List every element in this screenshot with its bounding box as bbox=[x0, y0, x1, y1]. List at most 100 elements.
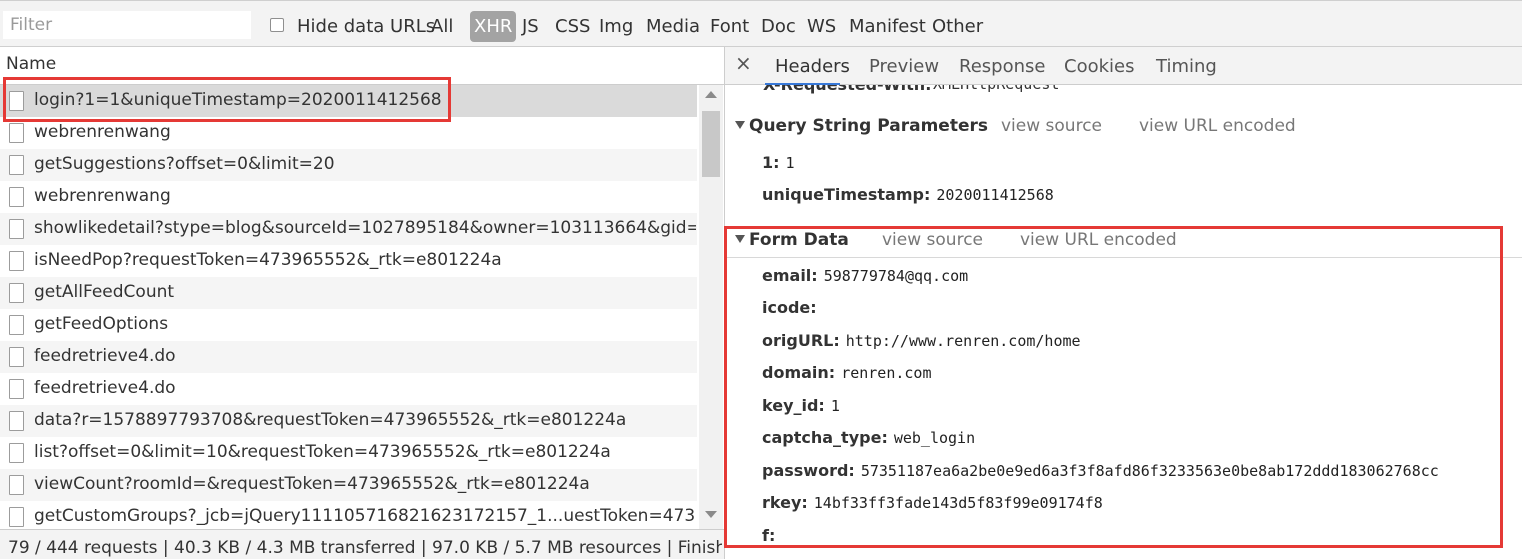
request-row[interactable]: getCustomGroups?_jcb=jQuery1111057168216… bbox=[0, 501, 697, 529]
param-key: captcha_type: bbox=[762, 428, 888, 447]
request-name: showlikedetail?stype=blog&sourceId=10278… bbox=[34, 218, 696, 238]
request-list-scrollbar[interactable] bbox=[699, 85, 723, 529]
request-row[interactable]: feedretrieve4.do bbox=[0, 373, 697, 405]
param-value: 1 bbox=[830, 397, 840, 415]
param-key: f: bbox=[762, 526, 776, 545]
headers-content: X-Requested-With: XMLHttpRequest Query S… bbox=[725, 85, 1522, 559]
filter-type-js[interactable]: JS bbox=[522, 16, 539, 37]
tab-preview[interactable]: Preview bbox=[869, 56, 939, 77]
document-icon bbox=[9, 475, 24, 495]
form-param: origURL: http://www.renren.com/home bbox=[762, 331, 1081, 350]
document-icon bbox=[9, 219, 24, 239]
request-list-panel: Name login?1=1&uniqueTimestamp=202001141… bbox=[0, 47, 725, 559]
param-value: 1 bbox=[785, 154, 795, 172]
param-key: password: bbox=[762, 461, 855, 480]
document-icon bbox=[9, 379, 24, 399]
request-row[interactable]: isNeedPop?requestToken=473965552&_rtk=e8… bbox=[0, 245, 697, 277]
request-row[interactable]: feedretrieve4.do bbox=[0, 341, 697, 373]
form-param: rkey: 14bf33ff3fade143d5f83f99e09174f8 bbox=[762, 493, 1103, 512]
query-view-source-link[interactable]: view source bbox=[1001, 116, 1102, 136]
form-data-section-header[interactable]: Form Data bbox=[735, 230, 849, 250]
collapse-triangle-icon bbox=[735, 235, 745, 243]
scroll-down-arrow-icon[interactable] bbox=[705, 511, 717, 518]
request-name: webrenrenwang bbox=[34, 186, 171, 206]
form-view-source-link[interactable]: view source bbox=[882, 230, 983, 250]
filter-type-xhr[interactable]: XHR bbox=[470, 11, 517, 42]
request-row[interactable]: viewCount?roomId=&requestToken=473965552… bbox=[0, 469, 697, 501]
request-row[interactable]: login?1=1&uniqueTimestamp=2020011412568 bbox=[0, 85, 697, 117]
request-name: getSuggestions?offset=0&limit=20 bbox=[34, 154, 335, 174]
form-data-title: Form Data bbox=[749, 230, 849, 250]
request-row[interactable]: list?offset=0&limit=10&requestToken=4739… bbox=[0, 437, 697, 469]
request-name: getAllFeedCount bbox=[34, 282, 175, 302]
network-status-bar: 79 / 444 requests | 40.3 KB / 4.3 MB tra… bbox=[0, 529, 724, 559]
request-rows: login?1=1&uniqueTimestamp=2020011412568 … bbox=[0, 85, 697, 529]
request-name: data?r=1578897793708&requestToken=473965… bbox=[34, 410, 627, 430]
document-icon bbox=[9, 347, 24, 367]
param-key: icode: bbox=[762, 298, 817, 317]
request-row[interactable]: getSuggestions?offset=0&limit=20 bbox=[0, 149, 697, 181]
param-value: web_login bbox=[893, 429, 976, 447]
request-row[interactable]: getAllFeedCount bbox=[0, 277, 697, 309]
query-view-url-encoded-link[interactable]: view URL encoded bbox=[1139, 116, 1296, 136]
request-row[interactable]: webrenrenwang bbox=[0, 181, 697, 213]
request-name: isNeedPop?requestToken=473965552&_rtk=e8… bbox=[34, 250, 502, 270]
request-detail-panel: × Headers Preview Response Cookies Timin… bbox=[725, 47, 1522, 559]
document-icon bbox=[9, 187, 24, 207]
tab-response[interactable]: Response bbox=[959, 56, 1045, 77]
document-icon bbox=[9, 251, 24, 271]
request-name: webrenrenwang bbox=[34, 122, 171, 142]
filter-input[interactable] bbox=[3, 11, 251, 39]
collapse-triangle-icon bbox=[735, 121, 745, 129]
request-name: feedretrieve4.do bbox=[34, 378, 176, 398]
filter-type-doc[interactable]: Doc bbox=[761, 16, 796, 37]
filter-type-manifest[interactable]: Manifest bbox=[849, 16, 926, 37]
request-row[interactable]: data?r=1578897793708&requestToken=473965… bbox=[0, 405, 697, 437]
filter-type-media[interactable]: Media bbox=[646, 16, 700, 37]
document-icon bbox=[9, 507, 24, 527]
tab-headers[interactable]: Headers bbox=[775, 56, 850, 77]
cut-off-header-value: XMLHttpRequest bbox=[933, 85, 1059, 93]
document-icon bbox=[9, 155, 24, 175]
name-column-header[interactable]: Name bbox=[0, 47, 724, 85]
form-param: password: 57351187ea6a2be0e9ed6a3f3f8afd8… bbox=[762, 461, 1439, 480]
form-param: email: 598779784@qq.com bbox=[762, 266, 968, 285]
param-key: key_id: bbox=[762, 396, 825, 415]
section-divider bbox=[725, 257, 1522, 258]
request-name: list?offset=0&limit=10&requestToken=4739… bbox=[34, 442, 611, 462]
query-string-title: Query String Parameters bbox=[749, 116, 988, 136]
scrollbar-thumb[interactable] bbox=[702, 111, 720, 177]
request-name: getCustomGroups?_jcb=jQuery1111057168216… bbox=[34, 506, 696, 526]
filter-type-css[interactable]: CSS bbox=[555, 16, 590, 37]
request-row[interactable]: showlikedetail?stype=blog&sourceId=10278… bbox=[0, 213, 697, 245]
document-icon bbox=[9, 315, 24, 335]
param-value: 14bf33ff3fade143d5f83f99e09174f8 bbox=[813, 494, 1103, 512]
param-value: 598779784@qq.com bbox=[823, 267, 969, 285]
scroll-up-arrow-icon[interactable] bbox=[705, 91, 717, 98]
filter-type-img[interactable]: Img bbox=[599, 16, 633, 37]
form-param: f: bbox=[762, 526, 781, 545]
hide-data-urls-label[interactable]: Hide data URLs bbox=[297, 16, 435, 37]
tab-cookies[interactable]: Cookies bbox=[1064, 56, 1134, 77]
form-view-url-encoded-link[interactable]: view URL encoded bbox=[1020, 230, 1177, 250]
param-key: origURL: bbox=[762, 331, 840, 350]
param-value: renren.com bbox=[841, 364, 932, 382]
filter-type-font[interactable]: Font bbox=[710, 16, 749, 37]
request-name: login?1=1&uniqueTimestamp=2020011412568 bbox=[34, 90, 442, 110]
request-row[interactable]: webrenrenwang bbox=[0, 117, 697, 149]
filter-type-other[interactable]: Other bbox=[932, 16, 983, 37]
request-row[interactable]: getFeedOptions bbox=[0, 309, 697, 341]
detail-tabs: × Headers Preview Response Cookies Timin… bbox=[725, 47, 1522, 85]
query-string-section-header[interactable]: Query String Parameters bbox=[735, 116, 988, 136]
form-param: icode: bbox=[762, 298, 823, 317]
tab-timing[interactable]: Timing bbox=[1156, 56, 1217, 77]
form-param: captcha_type: web_login bbox=[762, 428, 975, 447]
form-param: key_id: 1 bbox=[762, 396, 840, 415]
param-key: 1: bbox=[762, 153, 780, 172]
request-name: getFeedOptions bbox=[34, 314, 169, 334]
close-icon[interactable]: × bbox=[735, 51, 752, 75]
param-key: domain: bbox=[762, 363, 836, 382]
filter-type-all[interactable]: All bbox=[431, 16, 453, 37]
hide-data-urls-checkbox[interactable] bbox=[270, 18, 284, 32]
filter-type-ws[interactable]: WS bbox=[807, 16, 836, 37]
